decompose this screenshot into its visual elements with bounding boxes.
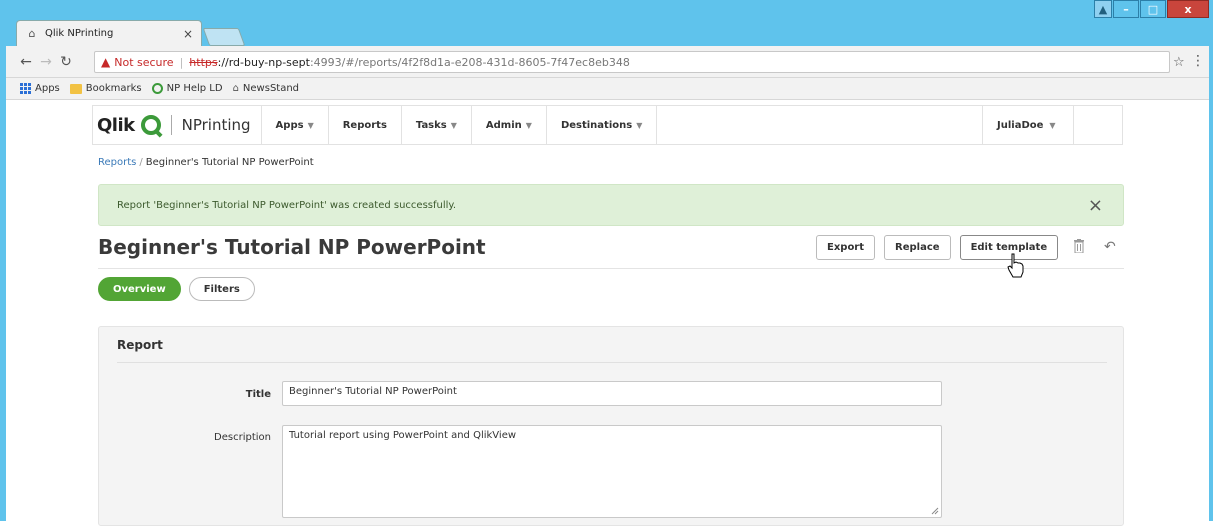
user-name: JuliaDoe	[997, 119, 1044, 131]
panel-divider	[117, 362, 1107, 363]
export-button[interactable]: Export	[816, 235, 876, 260]
not-secure-label[interactable]: Not secure	[114, 56, 173, 69]
breadcrumb-reports-link[interactable]: Reports	[98, 157, 136, 168]
chevron-down-icon: ▼	[307, 120, 314, 130]
bookmark-newsstand[interactable]: ⌂ NewsStand	[233, 83, 299, 94]
chevron-down-icon: ▼	[636, 120, 643, 130]
minimize-button[interactable]: –	[1113, 0, 1139, 18]
url-scheme: https	[189, 55, 218, 69]
alert-message: Report 'Beginner's Tutorial NP PowerPoin…	[117, 199, 457, 211]
browser-tab[interactable]: ⌂ Qlik NPrinting ×	[16, 20, 202, 46]
hand-cursor-icon	[1007, 253, 1024, 278]
user-profile-icon[interactable]: ▲	[1094, 0, 1112, 18]
undo-icon[interactable]: ↶	[1104, 239, 1116, 255]
folder-icon	[69, 83, 82, 94]
description-field[interactable]: Tutorial report using PowerPoint and Qli…	[282, 425, 942, 518]
chevron-down-icon: ▼	[1049, 120, 1056, 130]
url-input[interactable]: ▲ Not secure | https ://rd-buy-np-sept :…	[94, 51, 1170, 73]
url-path: :4993/#/reports/4f2f8d1a-e208-431d-8605-…	[309, 55, 630, 69]
nav-spacer	[656, 106, 982, 144]
close-icon[interactable]: ×	[1088, 195, 1103, 216]
window-controls: ▲ – □ x	[1094, 0, 1209, 18]
apps-grid-icon	[20, 83, 31, 94]
nav-label: Destinations	[560, 119, 633, 131]
tab-strip: ⌂ Qlik NPrinting × ▲ – □ x	[6, 0, 1209, 46]
bookmark-star-icon[interactable]: ☆	[1173, 55, 1185, 70]
resize-grip-icon[interactable]	[931, 507, 939, 515]
bookmark-label: Apps	[35, 83, 60, 94]
replace-button[interactable]: Replace	[884, 235, 951, 260]
bookmark-label: NP Help LD	[166, 83, 223, 94]
tab-filters[interactable]: Filters	[188, 277, 255, 301]
reload-icon[interactable]: ↻	[56, 54, 76, 70]
app-navbar: Qlik NPrinting Apps ▼ Reports Tasks ▼ Admi…	[92, 105, 1123, 145]
description-label: Description	[214, 432, 271, 443]
nav-label: Tasks	[415, 119, 447, 131]
bookmark-np-help[interactable]: NP Help LD	[151, 83, 223, 94]
menu-kebab-icon[interactable]: ⋮	[1191, 53, 1205, 69]
nprinting-favicon-icon: ⌂	[28, 27, 36, 40]
nav-item-admin[interactable]: Admin ▼	[470, 106, 546, 144]
breadcrumb-current: Beginner's Tutorial NP PowerPoint	[145, 157, 314, 168]
view-tabs: Overview Filters	[98, 277, 255, 301]
breadcrumb-separator: /	[139, 157, 143, 168]
chevron-down-icon: ▼	[525, 120, 532, 130]
url-host: ://rd-buy-np-sept	[217, 55, 310, 69]
bookmark-folder[interactable]: Bookmarks	[69, 83, 142, 94]
qlik-nprinting-logo[interactable]: Qlik NPrinting	[93, 106, 261, 144]
panel-heading: Report	[117, 338, 163, 352]
back-arrow-icon[interactable]: ←	[16, 54, 36, 70]
nav-label: Admin	[485, 119, 522, 131]
title-label: Title	[245, 389, 271, 400]
nav-label: Apps	[275, 119, 304, 131]
nav-tail	[1074, 106, 1122, 144]
bookmarks-bar: Apps Bookmarks NP Help LD ⌂ NewsStand	[6, 78, 1209, 100]
logo-wordmark: Qlik	[97, 114, 135, 136]
report-panel: Report Title Beginner's Tutorial NP Powe…	[98, 326, 1124, 526]
qlik-icon	[151, 83, 163, 94]
forward-arrow-icon[interactable]: →	[36, 54, 56, 70]
description-text: Tutorial report using PowerPoint and Qli…	[289, 430, 517, 441]
nav-item-apps[interactable]: Apps ▼	[260, 106, 328, 144]
page-title: Beginner's Tutorial NP PowerPoint	[98, 235, 486, 259]
bookmark-label: Bookmarks	[85, 83, 142, 94]
breadcrumb: Reports / Beginner's Tutorial NP PowerPoin…	[98, 157, 314, 168]
chevron-down-icon: ▼	[450, 120, 457, 130]
bookmark-apps[interactable]: Apps	[20, 83, 60, 94]
maximize-button[interactable]: □	[1140, 0, 1166, 18]
url-separator: |	[179, 55, 184, 69]
logo-product-name: NPrinting	[181, 116, 251, 134]
nav-item-tasks[interactable]: Tasks ▼	[400, 106, 471, 144]
address-bar: ← → ↻ ▲ Not secure | https ://rd-buy-np-…	[6, 46, 1209, 78]
success-alert: Report 'Beginner's Tutorial NP PowerPoin…	[98, 184, 1124, 226]
tab-overview[interactable]: Overview	[98, 277, 181, 301]
logo-divider	[170, 115, 172, 135]
user-menu[interactable]: JuliaDoe ▼	[982, 106, 1074, 144]
nav-item-reports[interactable]: Reports	[327, 106, 401, 144]
warning-icon: ▲	[101, 55, 111, 69]
close-window-button[interactable]: x	[1167, 0, 1209, 18]
trash-icon[interactable]	[1074, 239, 1084, 253]
qlik-logo-icon	[140, 115, 161, 135]
nav-item-destinations[interactable]: Destinations ▼	[545, 106, 656, 144]
tab-close-icon[interactable]: ×	[183, 27, 193, 41]
tab-title: Qlik NPrinting	[45, 28, 114, 39]
new-tab-button[interactable]	[202, 28, 246, 46]
nav-label: Reports	[342, 119, 387, 131]
title-divider	[98, 268, 1124, 269]
title-field[interactable]: Beginner's Tutorial NP PowerPoint	[282, 381, 942, 406]
bookmark-label: NewsStand	[242, 83, 300, 94]
newsstand-icon: ⌂	[232, 83, 239, 94]
